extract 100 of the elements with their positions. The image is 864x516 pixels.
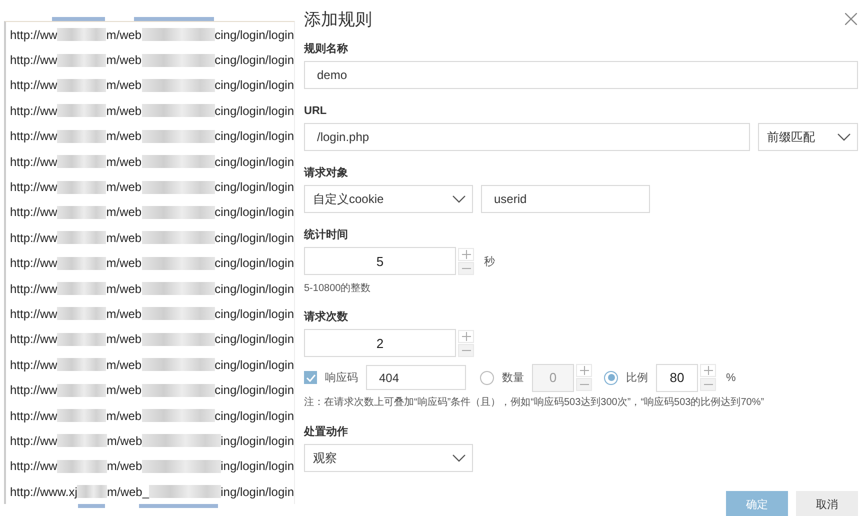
url-text: http://ww [10,408,58,423]
decrement-button[interactable] [458,262,474,274]
redaction-blur [57,180,106,194]
field-label: 处置动作 [304,425,349,439]
url-text: cing/login/login [214,104,294,118]
url-text: ing/login/login [220,484,294,499]
url-text: cing/login/login [214,383,294,398]
url-text: m/web [106,306,142,321]
increment-button[interactable] [700,364,716,377]
redaction-blur [57,130,106,143]
field-label: 规则名称 [304,42,349,56]
highlight-bar [78,504,105,508]
url-text: http://ww [10,104,58,118]
close-icon[interactable] [845,13,857,25]
increment-button[interactable] [576,364,592,377]
redaction-blur [57,155,106,168]
decrement-button[interactable] [700,378,716,391]
field-label: 统计时间 [304,228,349,242]
number-field[interactable]: 2 [304,329,456,357]
url-text: http://ww [10,28,58,42]
redaction-blur [57,78,106,92]
url-text: http://ww [10,459,58,474]
url-text: m/web [106,104,142,118]
url-text: m/web [106,180,142,194]
checkbox[interactable] [304,371,317,384]
highlight-bar [52,17,105,21]
url-text: http://ww [10,256,58,270]
url-text: http://ww [10,205,58,220]
decrement-button[interactable] [576,378,592,391]
url-text: cing/login/login [214,28,294,42]
url-text: cing/login/login [214,78,294,92]
input-field[interactable]: /login.php [304,123,750,151]
redaction-blur [57,307,106,320]
increment-button[interactable] [458,248,474,260]
url-text: cing/login/login [214,180,294,194]
field-label: 请求次数 [304,310,349,324]
url-text: m/web [106,434,142,448]
url-text: http://ww [10,306,58,321]
url-text: m/web_ [107,484,150,499]
url-text: cing/login/login [214,129,294,144]
number-field[interactable]: 5 [304,247,456,275]
url-text: http://ww [10,154,58,169]
unit-label: % [726,372,736,384]
input-field[interactable]: userid [481,185,650,213]
redaction-blur [77,485,107,498]
increment-button[interactable] [458,330,474,342]
radio-label: 比例 [626,371,648,385]
chevron-down-icon [837,133,851,141]
note-text: 注：在请求次数上可叠加“响应码”条件（且），例如“响应码503达到300次”，“响应码503的比例达到70%” [304,396,766,410]
url-text: m/web [106,383,142,398]
redaction-blur [149,485,221,498]
dialog-title: 添加规则 [304,8,372,30]
url-text: cing/login/login [214,306,294,321]
url-text: cing/login/login [214,358,294,372]
url-text: m/web [106,358,142,372]
redaction-blur [57,54,106,67]
dropdown[interactable]: 观察 [304,444,473,472]
url-text: m/web [106,282,142,296]
redaction-blur [57,206,106,219]
url-text: cing/login/login [214,230,294,245]
redaction-blur [57,434,107,448]
url-text: m/web [106,256,142,270]
url-text: m/web [106,408,142,423]
url-text: cing/login/login [214,408,294,423]
redaction-blur [57,231,106,244]
url-text: m/web [106,53,142,68]
url-text: http://ww [10,180,58,194]
chevron-down-icon [452,454,466,462]
unit-label: 秒 [484,254,495,268]
url-text: http://ww [10,434,58,448]
input-field[interactable]: 404 [366,365,466,390]
input-field[interactable]: demo [304,61,858,89]
redaction-blur [57,358,106,372]
url-text: http://www.xj [10,484,78,499]
plus-icon [580,366,588,375]
url-text: http://ww [10,53,58,68]
field-label: URL [304,104,328,118]
url-text: cing/login/login [214,154,294,169]
number-field[interactable]: 80 [656,364,698,392]
url-text: http://ww [10,358,58,372]
redaction-blur [57,460,107,473]
url-text: cing/login/login [214,282,294,296]
redaction-blur [57,104,106,118]
url-text: http://ww [10,282,58,296]
decrement-button[interactable] [458,344,474,356]
url-text: m/web [106,78,142,92]
redaction-blur [57,256,106,270]
url-text: m/web [106,332,142,346]
cancel-button[interactable]: 取消 [796,491,858,516]
url-text: ing/login/login [220,434,294,448]
redaction-blur [57,28,106,42]
dropdown[interactable]: 自定义cookie [304,185,473,213]
url-text: m/web [106,459,142,474]
url-text: cing/login/login [214,53,294,68]
dropdown[interactable]: 前缀匹配 [758,123,858,151]
redaction-blur [57,409,106,422]
url-text: cing/login/login [214,205,294,220]
radio-button[interactable] [604,370,618,384]
plus-icon [462,332,470,340]
field-label: 请求对象 [304,166,349,180]
